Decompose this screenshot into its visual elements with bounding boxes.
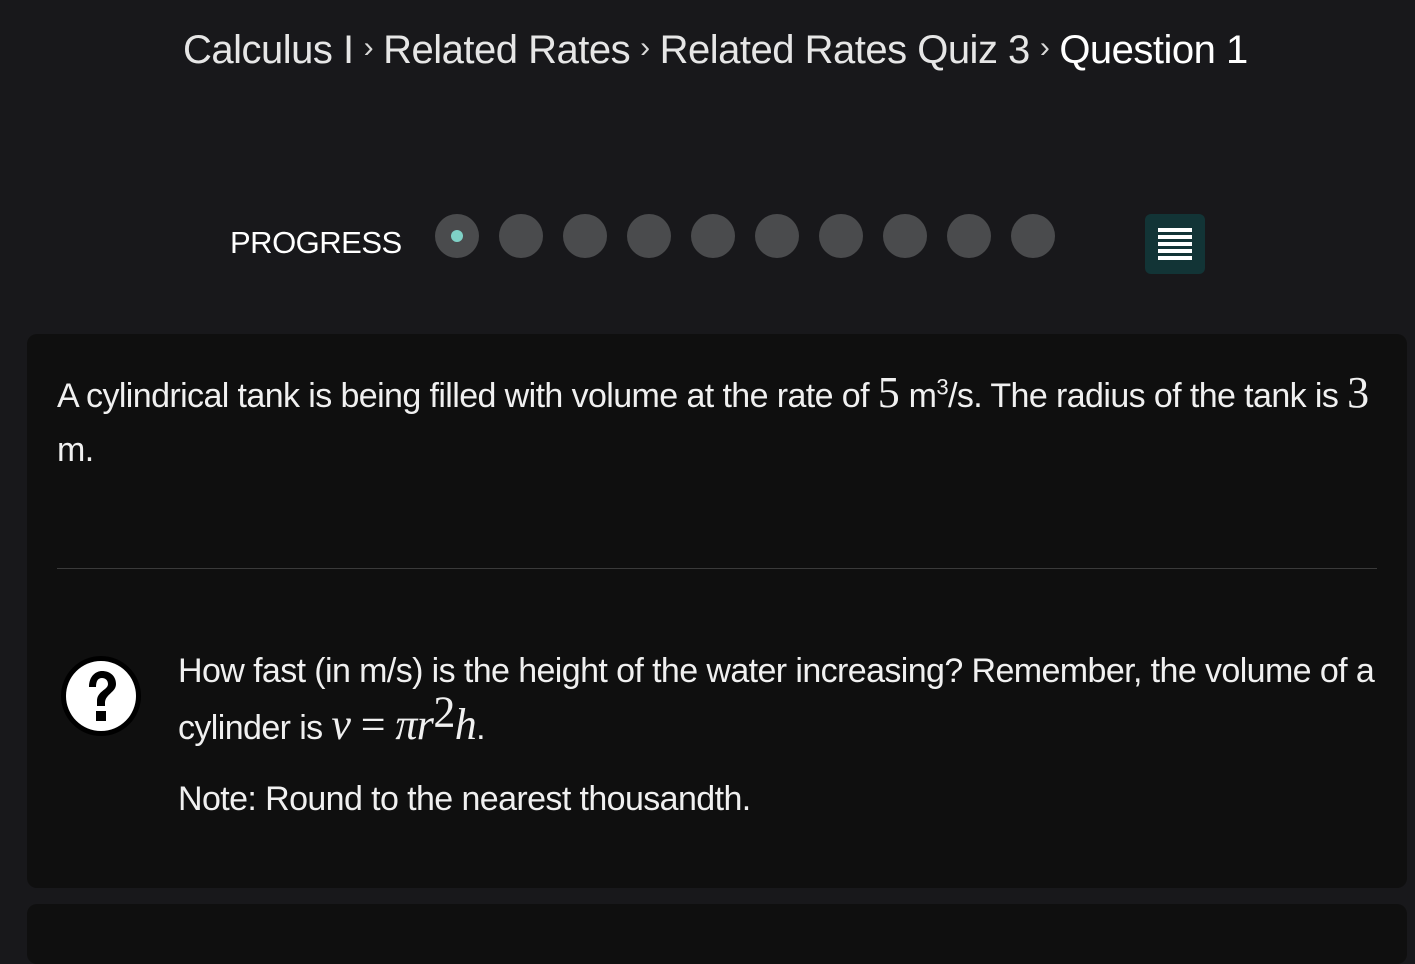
radius-unit: m. — [57, 431, 94, 469]
formula-exponent: 2 — [433, 687, 455, 737]
formula-h: h — [454, 700, 477, 749]
divider — [57, 568, 1377, 569]
progress-dot-9[interactable] — [947, 214, 991, 258]
rate-unit: m — [899, 377, 937, 415]
formula-v: v — [331, 700, 351, 749]
formula-period: . — [476, 709, 485, 747]
progress-bar: PROGRESS — [230, 212, 1210, 276]
breadcrumb-item-quiz[interactable]: Related Rates Quiz 3 — [660, 28, 1031, 73]
radius-value: 3 — [1347, 368, 1370, 417]
question-list-button[interactable] — [1145, 214, 1205, 274]
question-card: A cylindrical tank is being filled with … — [27, 334, 1407, 888]
question-text: How fast (in m/s) is the height of the w… — [178, 644, 1388, 755]
progress-dot-6[interactable] — [755, 214, 799, 258]
breadcrumb-separator-icon: › — [640, 31, 650, 64]
breadcrumb-item-course[interactable]: Calculus I — [183, 28, 354, 73]
question-mark-icon — [61, 656, 141, 736]
progress-dot-8[interactable] — [883, 214, 927, 258]
breadcrumb: Calculus I › Related Rates › Related Rat… — [183, 24, 1248, 76]
problem-text-1: A cylindrical tank is being filled with … — [57, 377, 878, 415]
progress-dots — [435, 214, 1055, 258]
rate-unit-exponent: 3 — [936, 374, 949, 400]
progress-dot-2[interactable] — [499, 214, 543, 258]
progress-dot-7[interactable] — [819, 214, 863, 258]
breadcrumb-item-question: Question 1 — [1059, 27, 1248, 72]
rate-value: 5 — [877, 368, 900, 417]
progress-dot-4[interactable] — [627, 214, 671, 258]
progress-dot-1[interactable] — [435, 214, 479, 258]
formula-pi-r: πr — [395, 700, 434, 749]
progress-label: PROGRESS — [230, 225, 402, 260]
breadcrumb-separator-icon: › — [1039, 31, 1050, 64]
breadcrumb-item-topic[interactable]: Related Rates — [383, 28, 630, 73]
problem-text-2: /s. The radius of the tank is — [948, 377, 1348, 415]
list-icon — [1158, 228, 1192, 260]
rounding-note: Note: Round to the nearest thousandth. — [178, 780, 751, 818]
progress-dot-3[interactable] — [563, 214, 607, 258]
formula-equals: = — [350, 700, 396, 749]
problem-statement: A cylindrical tank is being filled with … — [57, 366, 1382, 477]
answer-card — [27, 904, 1407, 964]
progress-dot-5[interactable] — [691, 214, 735, 258]
progress-dot-10[interactable] — [1011, 214, 1055, 258]
breadcrumb-separator-icon: › — [363, 31, 374, 64]
